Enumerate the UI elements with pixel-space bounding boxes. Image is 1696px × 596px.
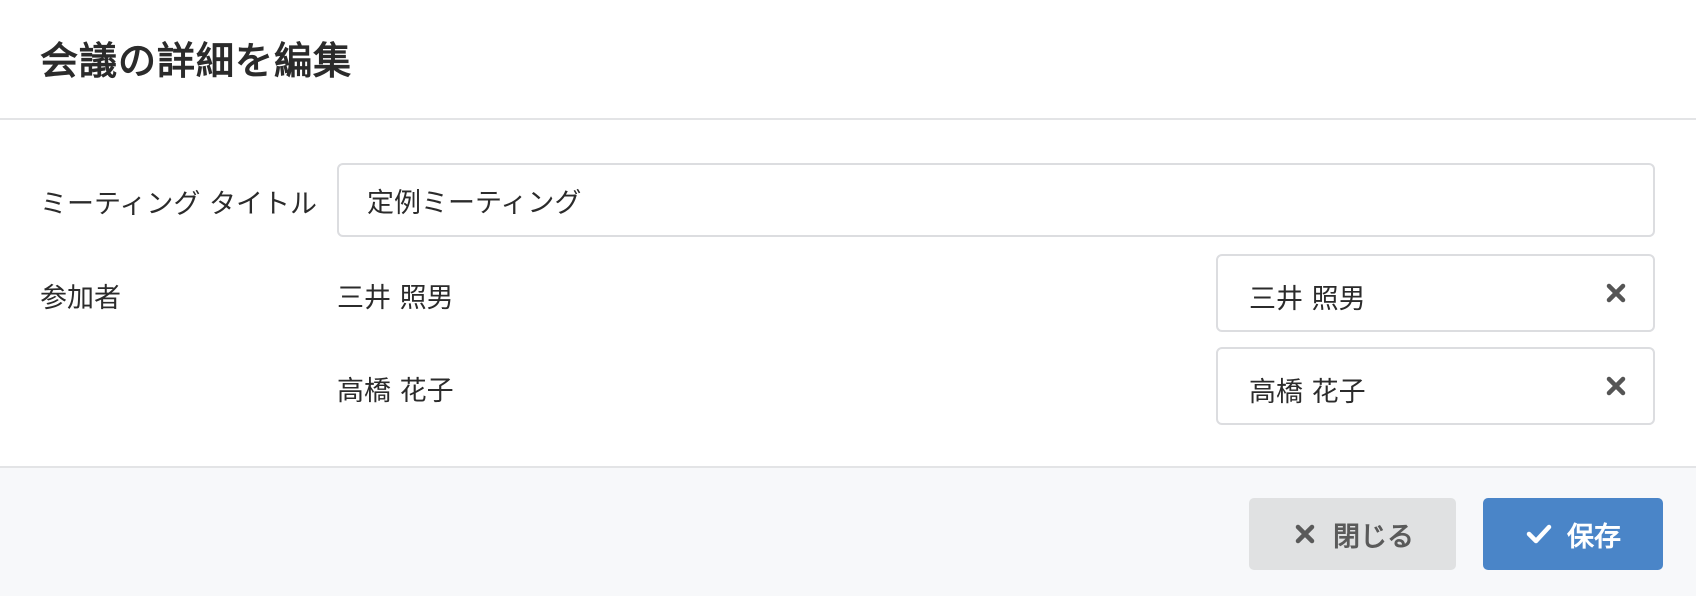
dialog-header: 会議の詳細を編集 bbox=[0, 0, 1696, 120]
participant-chip: 高橋 花子 bbox=[1216, 347, 1655, 425]
check-icon bbox=[1525, 520, 1553, 548]
dialog-title: 会議の詳細を編集 bbox=[40, 39, 353, 83]
participant-chip: 三井 照男 bbox=[1216, 254, 1655, 332]
save-button[interactable]: 保存 bbox=[1483, 498, 1663, 570]
dialog-body: ミーティング タイトル 参加者 三井 照男 三井 照男 高橋 花子 高橋 花子 bbox=[0, 120, 1696, 468]
close-button-label: 閉じる bbox=[1333, 521, 1414, 553]
close-icon[interactable] bbox=[1601, 278, 1631, 308]
participant-name: 三井 照男 bbox=[337, 283, 454, 314]
participant-chip-label: 高橋 花子 bbox=[1249, 377, 1366, 408]
participant-name: 高橋 花子 bbox=[337, 376, 454, 407]
meeting-title-input[interactable] bbox=[337, 163, 1655, 237]
meeting-title-label: ミーティング タイトル bbox=[40, 189, 317, 220]
close-icon bbox=[1291, 520, 1319, 548]
participant-chip-label: 三井 照男 bbox=[1249, 284, 1366, 315]
participants-label: 参加者 bbox=[40, 283, 121, 314]
save-button-label: 保存 bbox=[1567, 521, 1621, 553]
close-button[interactable]: 閉じる bbox=[1249, 498, 1456, 570]
dialog-footer: 閉じる 保存 bbox=[0, 466, 1696, 596]
close-icon[interactable] bbox=[1601, 371, 1631, 401]
edit-meeting-dialog: 会議の詳細を編集 ミーティング タイトル 参加者 三井 照男 三井 照男 高橋 … bbox=[0, 0, 1696, 596]
